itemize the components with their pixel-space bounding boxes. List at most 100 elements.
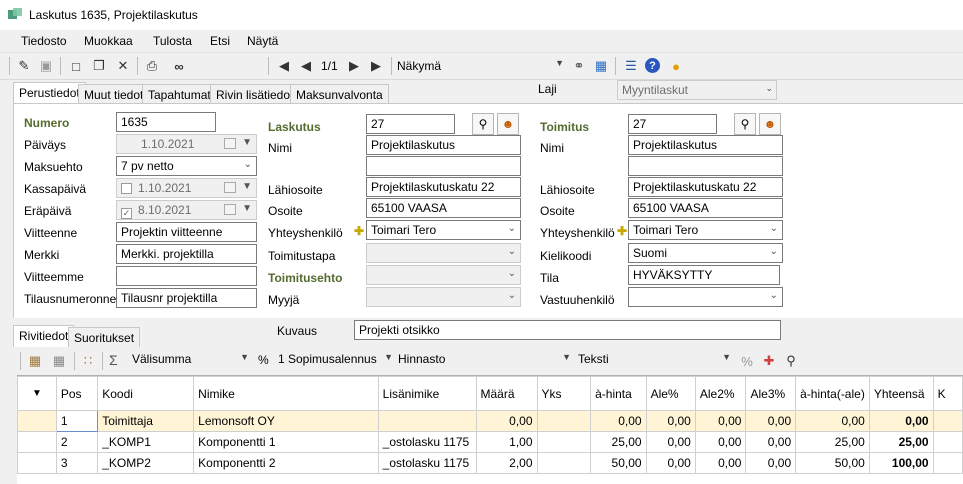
a-hinta-cell[interactable]: 25,00 bbox=[590, 431, 647, 453]
mid-nimi-field[interactable]: Projektilaskutus bbox=[366, 135, 521, 155]
lisanimike-cell[interactable] bbox=[377, 410, 477, 432]
tab-tapahtumat[interactable]: Tapahtumat bbox=[142, 84, 217, 104]
view-select[interactable]: ▼ bbox=[446, 56, 567, 76]
ale2-cell[interactable]: 0,00 bbox=[694, 452, 747, 474]
yhteensa-cell[interactable]: 25,00 bbox=[868, 431, 934, 453]
laskutus-field[interactable]: 27 bbox=[366, 114, 455, 134]
ale-cell[interactable]: 0,00 bbox=[645, 452, 696, 474]
mid-nimi2-field[interactable] bbox=[366, 156, 521, 176]
a-hinta-cell[interactable]: 0,00 bbox=[590, 410, 647, 432]
kassapaiva-checkbox[interactable] bbox=[121, 183, 132, 194]
add-contact-icon[interactable]: ✚ bbox=[354, 224, 364, 238]
pos-cell[interactable]: 2 bbox=[55, 431, 99, 453]
nimike-cell[interactable]: Lemonsoft OY bbox=[193, 410, 379, 432]
yks-cell[interactable] bbox=[536, 431, 592, 453]
pos-cell[interactable]: 3 bbox=[55, 452, 99, 474]
row-selector-header[interactable]: ▼ bbox=[17, 376, 57, 411]
erapaiva-field[interactable]: ✓ 8.10.2021 ▼ bbox=[116, 200, 257, 220]
calendar-icon[interactable] bbox=[224, 204, 236, 215]
next-record-icon[interactable]: ▶ bbox=[345, 57, 363, 75]
k-cell[interactable] bbox=[932, 452, 963, 474]
laji-select[interactable]: Myyntilaskut ⌄ bbox=[617, 80, 777, 100]
maara-cell[interactable]: 2,00 bbox=[475, 452, 538, 474]
mid-osoite-field[interactable]: 65100 VAASA bbox=[366, 198, 521, 218]
search-icon[interactable]: ⚲ bbox=[472, 113, 494, 135]
lisanimike-cell[interactable]: _ostolasku 1175 bbox=[377, 452, 477, 474]
calendar-icon[interactable]: ▦ bbox=[592, 57, 610, 75]
column-header-lisanimike[interactable]: Lisänimike bbox=[377, 376, 477, 411]
a-hinta-ale-cell[interactable]: 25,00 bbox=[795, 431, 870, 453]
discount-icon[interactable]: % bbox=[738, 352, 756, 370]
column-header-ale2[interactable]: Ale2% bbox=[694, 376, 747, 411]
row-selector[interactable] bbox=[17, 410, 57, 432]
column-header-yhteensa[interactable]: Yhteensä bbox=[868, 376, 934, 411]
chevron-down-icon[interactable]: ▼ bbox=[242, 181, 252, 192]
menu-tulosta[interactable]: Tulosta bbox=[153, 34, 192, 48]
search-icon[interactable]: ⚲ bbox=[734, 113, 756, 135]
chevron-down-icon[interactable]: ▼ bbox=[242, 203, 252, 214]
a-hinta-cell[interactable]: 50,00 bbox=[590, 452, 647, 474]
kassapaiva-field[interactable]: 1.10.2021 ▼ bbox=[116, 178, 257, 198]
table-row[interactable]: 3 _KOMP2 Komponentti 2 _ostolasku 1175 2… bbox=[17, 452, 963, 474]
myyja-select[interactable]: ⌄ bbox=[366, 287, 521, 307]
ale2-cell[interactable]: 0,00 bbox=[694, 410, 747, 432]
toimitusehto-select[interactable]: ⌄ bbox=[366, 265, 521, 285]
column-header-a-hinta[interactable]: à-hinta bbox=[590, 376, 647, 411]
toimitustapa-select[interactable]: ⌄ bbox=[366, 243, 521, 263]
maara-cell[interactable]: 1,00 bbox=[475, 431, 538, 453]
delete-rows-icon[interactable]: ▦ bbox=[50, 352, 68, 370]
teksti-select[interactable]: Teksti ▼ bbox=[574, 350, 734, 370]
grid-options-icon[interactable]: ∷ bbox=[79, 352, 97, 370]
kuvaus-field[interactable]: Projekti otsikko bbox=[354, 320, 781, 340]
new-document-icon[interactable]: □ bbox=[67, 57, 85, 75]
help-icon[interactable]: ? bbox=[645, 58, 660, 73]
yks-cell[interactable] bbox=[536, 452, 592, 474]
first-record-icon[interactable]: ◀︎ bbox=[275, 57, 293, 75]
customer-icon[interactable]: ☻ bbox=[759, 113, 781, 135]
menu-muokkaa[interactable]: Muokkaa bbox=[84, 34, 133, 48]
calendar-icon[interactable] bbox=[224, 138, 236, 149]
add-contact-icon[interactable]: ✚ bbox=[617, 224, 627, 238]
column-header-ale3[interactable]: Ale3% bbox=[745, 376, 797, 411]
ale3-cell[interactable]: 0,00 bbox=[745, 410, 797, 432]
customer-icon[interactable]: ☻ bbox=[497, 113, 519, 135]
k-cell[interactable] bbox=[932, 410, 963, 432]
lisanimike-cell[interactable]: _ostolasku 1175 bbox=[377, 431, 477, 453]
right-lahiosoite-field[interactable]: Projektilaskutuskatu 22 bbox=[628, 177, 783, 197]
table-row[interactable]: 2 _KOMP1 Komponentti 1 _ostolasku 1175 1… bbox=[17, 431, 963, 453]
column-header-koodi[interactable]: Koodi bbox=[97, 376, 195, 411]
maksuehto-select[interactable]: 7 pv netto ⌄ bbox=[116, 156, 257, 176]
tab-rivitiedot[interactable]: Rivitiedot bbox=[13, 325, 75, 347]
yks-cell[interactable] bbox=[536, 410, 592, 432]
toimitus-field[interactable]: 27 bbox=[628, 114, 717, 134]
column-header-pos[interactable]: Pos bbox=[55, 376, 99, 411]
ale3-cell[interactable]: 0,00 bbox=[745, 431, 797, 453]
save-icon[interactable]: ▣ bbox=[37, 57, 55, 75]
a-hinta-ale-cell[interactable]: 50,00 bbox=[795, 452, 870, 474]
vastuuhenkilo-select[interactable]: ⌄ bbox=[628, 287, 783, 307]
right-nimi-field[interactable]: Projektilaskutus bbox=[628, 135, 783, 155]
tab-perustiedot[interactable]: Perustiedot bbox=[13, 82, 86, 104]
paivays-field[interactable]: 1.10.2021 ▼ bbox=[116, 134, 257, 154]
koodi-cell[interactable]: Toimittaja bbox=[97, 410, 195, 432]
hinnasto-select[interactable]: Hinnasto ▼ bbox=[394, 350, 574, 370]
edit-icon[interactable]: ✎ bbox=[15, 57, 33, 75]
print-icon[interactable]: ⎙ bbox=[143, 57, 161, 75]
last-record-icon[interactable]: ▶︎ bbox=[367, 57, 385, 75]
search-icon[interactable]: ⚲ bbox=[782, 352, 800, 370]
tab-rivin-lisatiedot[interactable]: Rivin lisätiedot bbox=[210, 84, 300, 104]
ale-cell[interactable]: 0,00 bbox=[645, 410, 696, 432]
add-link-icon[interactable]: ✚ bbox=[760, 352, 778, 370]
tab-suoritukset[interactable]: Suoritukset bbox=[68, 327, 141, 347]
column-header-ale[interactable]: Ale% bbox=[645, 376, 696, 411]
menu-nayta[interactable]: Näytä bbox=[247, 34, 278, 48]
binoculars-icon[interactable]: ∞ bbox=[170, 57, 188, 75]
lemon-icon[interactable]: ● bbox=[667, 57, 685, 75]
delete-icon[interactable]: ✕ bbox=[114, 57, 132, 75]
tab-maksunvalvonta[interactable]: Maksunvalvonta bbox=[290, 84, 389, 104]
sopimusalennus-select[interactable]: 1 Sopimusalennus ▼ bbox=[274, 350, 396, 370]
right-yhteyshenkilo-select[interactable]: Toimari Tero ⌄ bbox=[628, 220, 783, 240]
mid-lahiosoite-field[interactable]: Projektilaskutuskatu 22 bbox=[366, 177, 521, 197]
koodi-cell[interactable]: _KOMP1 bbox=[97, 431, 195, 453]
k-cell[interactable] bbox=[932, 431, 963, 453]
